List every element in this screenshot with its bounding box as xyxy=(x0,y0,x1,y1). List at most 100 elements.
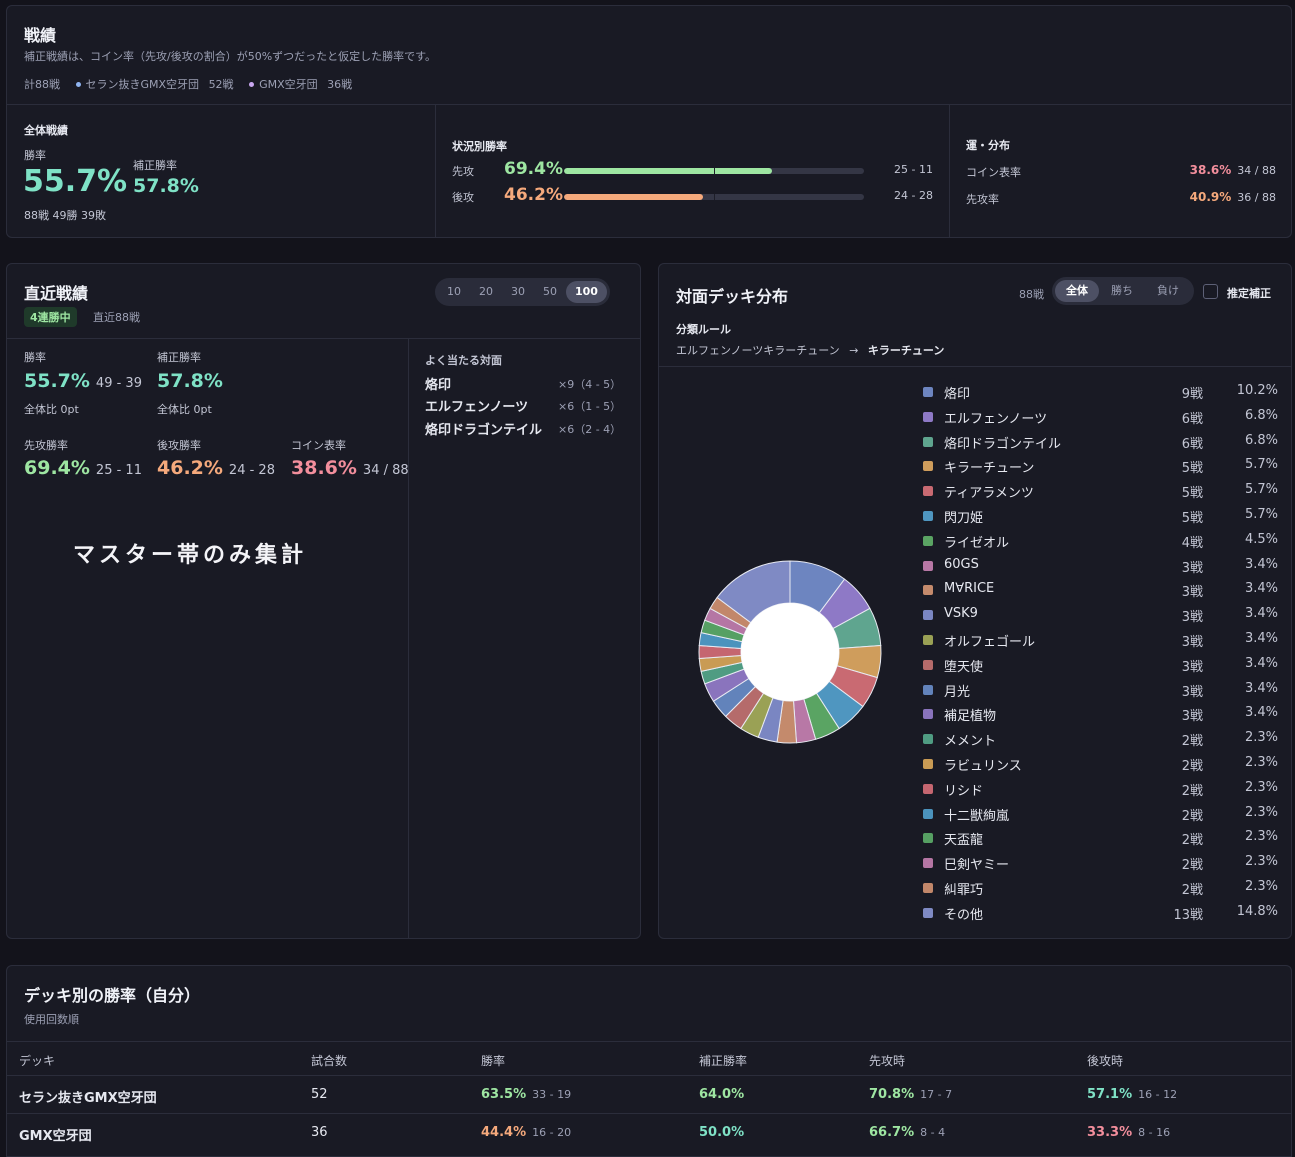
legend-percent: 2.3% xyxy=(1244,779,1278,795)
legend-count: 2戦 xyxy=(1181,858,1203,874)
legend-item[interactable]: 月光 3戦 3.4% xyxy=(923,681,1278,701)
range-20-button[interactable]: 20 xyxy=(470,281,502,303)
legend-item[interactable]: その他 13戦 14.8% xyxy=(923,904,1278,924)
first-bar-midpoint xyxy=(714,168,715,174)
col-games[interactable]: 試合数 xyxy=(311,1052,347,1069)
legend-percent: 3.4% xyxy=(1244,631,1278,646)
legend-percent: 4.5% xyxy=(1244,531,1278,547)
legend-swatch xyxy=(923,833,933,844)
recent-second-record: 24 - 28 xyxy=(228,463,275,478)
legend-label: ラビュリンス xyxy=(944,759,1022,774)
legend-item[interactable]: エルフェンノーツ 6戦 6.8% xyxy=(923,408,1278,428)
legend-item[interactable]: 補足植物 3戦 3.4% xyxy=(923,705,1278,725)
legend-count: 5戦 xyxy=(1181,486,1203,502)
legend-label: リシド xyxy=(944,783,984,799)
frequent-1-name[interactable]: エルフェンノーツ xyxy=(425,396,528,415)
coin-detail: 34 / 88 xyxy=(1237,164,1276,177)
recent-second-label: 後攻勝率 xyxy=(157,439,201,452)
legend-count: 2戦 xyxy=(1181,808,1203,824)
legend-item[interactable]: オルフェゴール 3戦 3.4% xyxy=(923,631,1278,651)
legend-count: 2戦 xyxy=(1181,783,1203,799)
range-30-button[interactable]: 30 xyxy=(502,281,534,303)
first-winrate-bar xyxy=(564,168,864,174)
row-1-winrate: 44.4% xyxy=(481,1125,527,1140)
legend-count: 3戦 xyxy=(1181,610,1203,626)
filter-win-button[interactable]: 勝ち xyxy=(1099,280,1145,302)
first-rate-detail: 36 / 88 xyxy=(1237,191,1276,204)
row-0-second: 57.1% xyxy=(1087,1087,1133,1102)
legend-item[interactable]: ティアラメンツ 5戦 5.7% xyxy=(923,482,1278,502)
range-10-button[interactable]: 10 xyxy=(438,281,470,303)
recent-first: 69.4% xyxy=(24,457,90,479)
row-1-corrected: 50.0% xyxy=(699,1125,745,1140)
legend-count: 6戦 xyxy=(1181,411,1203,427)
legend-percent: 2.3% xyxy=(1244,730,1278,746)
legend-item[interactable]: M∀RICE 3戦 3.4% xyxy=(923,581,1278,601)
legend-count: 2戦 xyxy=(1181,734,1203,750)
legend-percent: 2.3% xyxy=(1244,829,1278,845)
row-0-second-cell: 57.1% 16 - 12 xyxy=(1087,1087,1177,1102)
col-corrected[interactable]: 補正勝率 xyxy=(699,1052,747,1069)
deck-0-dot xyxy=(75,82,81,87)
legend-item[interactable]: 天盃龍 2戦 2.3% xyxy=(923,829,1278,849)
legend-label: 閃刀姫 xyxy=(944,511,984,526)
legend-item[interactable]: 糾罪巧 2戦 2.3% xyxy=(923,879,1278,899)
col-first[interactable]: 先攻時 xyxy=(869,1052,905,1069)
legend-item[interactable]: 堕天使 3戦 3.4% xyxy=(923,656,1278,676)
legend-item[interactable]: 60GS 3戦 3.4% xyxy=(923,557,1278,577)
legend-item[interactable]: キラーチューン 5戦 5.7% xyxy=(923,457,1278,477)
legend-label: 月光 xyxy=(944,684,971,700)
master-only-note: マスター帯のみ集計 xyxy=(73,543,308,568)
estimated-correction-checkbox[interactable] xyxy=(1203,284,1218,299)
second-record: 24 - 28 xyxy=(894,189,933,202)
legend-label: エルフェンノーツ xyxy=(944,411,1048,427)
legend-item[interactable]: リシド 2戦 2.3% xyxy=(923,780,1278,800)
legend-item[interactable]: 巳剣ヤミー 2戦 2.3% xyxy=(923,854,1278,874)
filter-lose-button[interactable]: 負け xyxy=(1145,280,1191,302)
legend-count: 4戦 xyxy=(1181,535,1203,551)
legend-percent: 10.2% xyxy=(1236,383,1278,398)
coin-value: 38.6% xyxy=(1189,163,1232,177)
col-second[interactable]: 後攻時 xyxy=(1087,1052,1123,1069)
legend-count: 3戦 xyxy=(1181,684,1203,700)
distribution-divider xyxy=(659,366,1291,367)
legend-item[interactable]: 十二獣絢嵐 2戦 2.3% xyxy=(923,805,1278,825)
deck-breakdown: 計88戦 セラン抜きGMX空牙団 52戦 GMX空牙団 36戦 xyxy=(24,76,352,92)
frequent-0-name[interactable]: 烙印 xyxy=(425,374,451,393)
coin-stat: 38.6% 34 / 88 xyxy=(1190,163,1276,177)
recent-winrate-delta: 全体比 0pt xyxy=(24,403,79,416)
legend-item[interactable]: 烙印ドラゴンテイル 6戦 6.8% xyxy=(923,433,1278,453)
legend-swatch xyxy=(923,635,933,645)
legend-swatch xyxy=(923,858,933,869)
range-50-button[interactable]: 50 xyxy=(534,281,566,303)
legend-percent: 3.4% xyxy=(1244,655,1278,671)
range-100-button[interactable]: 100 xyxy=(566,281,607,303)
row-1-second-record: 8 - 16 xyxy=(1138,1126,1171,1139)
legend-swatch xyxy=(923,808,933,819)
col-deck[interactable]: デッキ xyxy=(19,1052,55,1069)
legend-item[interactable]: ラビュリンス 2戦 2.3% xyxy=(923,755,1278,775)
filter-all-button[interactable]: 全体 xyxy=(1055,280,1099,302)
legend-item[interactable]: 烙印 9戦 10.2% xyxy=(923,383,1278,403)
col-winrate[interactable]: 勝率 xyxy=(481,1052,505,1069)
legend-item[interactable]: メメント 2戦 2.3% xyxy=(923,730,1278,750)
recent-coin-stat: 38.6% 34 / 88 xyxy=(291,457,409,479)
legend-count: 3戦 xyxy=(1181,635,1203,650)
legend-swatch xyxy=(923,387,933,397)
overall-winrate-label: 勝率 xyxy=(24,149,46,162)
row-0-deck: セラン抜きGMX空牙団 xyxy=(19,1091,157,1106)
row-0-first-cell: 70.8% 17 - 7 xyxy=(869,1087,952,1102)
second-bar-midpoint xyxy=(714,194,715,200)
frequent-1-detail: ×6（1 - 5） xyxy=(558,400,622,413)
legend-percent: 3.4% xyxy=(1244,680,1278,696)
legend-percent: 3.4% xyxy=(1244,556,1278,572)
legend-item[interactable]: ライゼオル 4戦 4.5% xyxy=(923,532,1278,552)
row-0-first: 70.8% xyxy=(869,1087,915,1102)
frequent-2-name[interactable]: 烙印ドラゴンテイル xyxy=(425,419,542,438)
legend-item[interactable]: 閃刀姫 5戦 5.7% xyxy=(923,507,1278,527)
legend-item[interactable]: VSK9 3戦 3.4% xyxy=(923,606,1278,626)
row-0-winrate-record: 33 - 19 xyxy=(532,1088,572,1101)
legend-swatch xyxy=(923,585,933,596)
total-games: 計88戦 xyxy=(24,78,60,91)
second-winrate-fill xyxy=(564,194,703,200)
